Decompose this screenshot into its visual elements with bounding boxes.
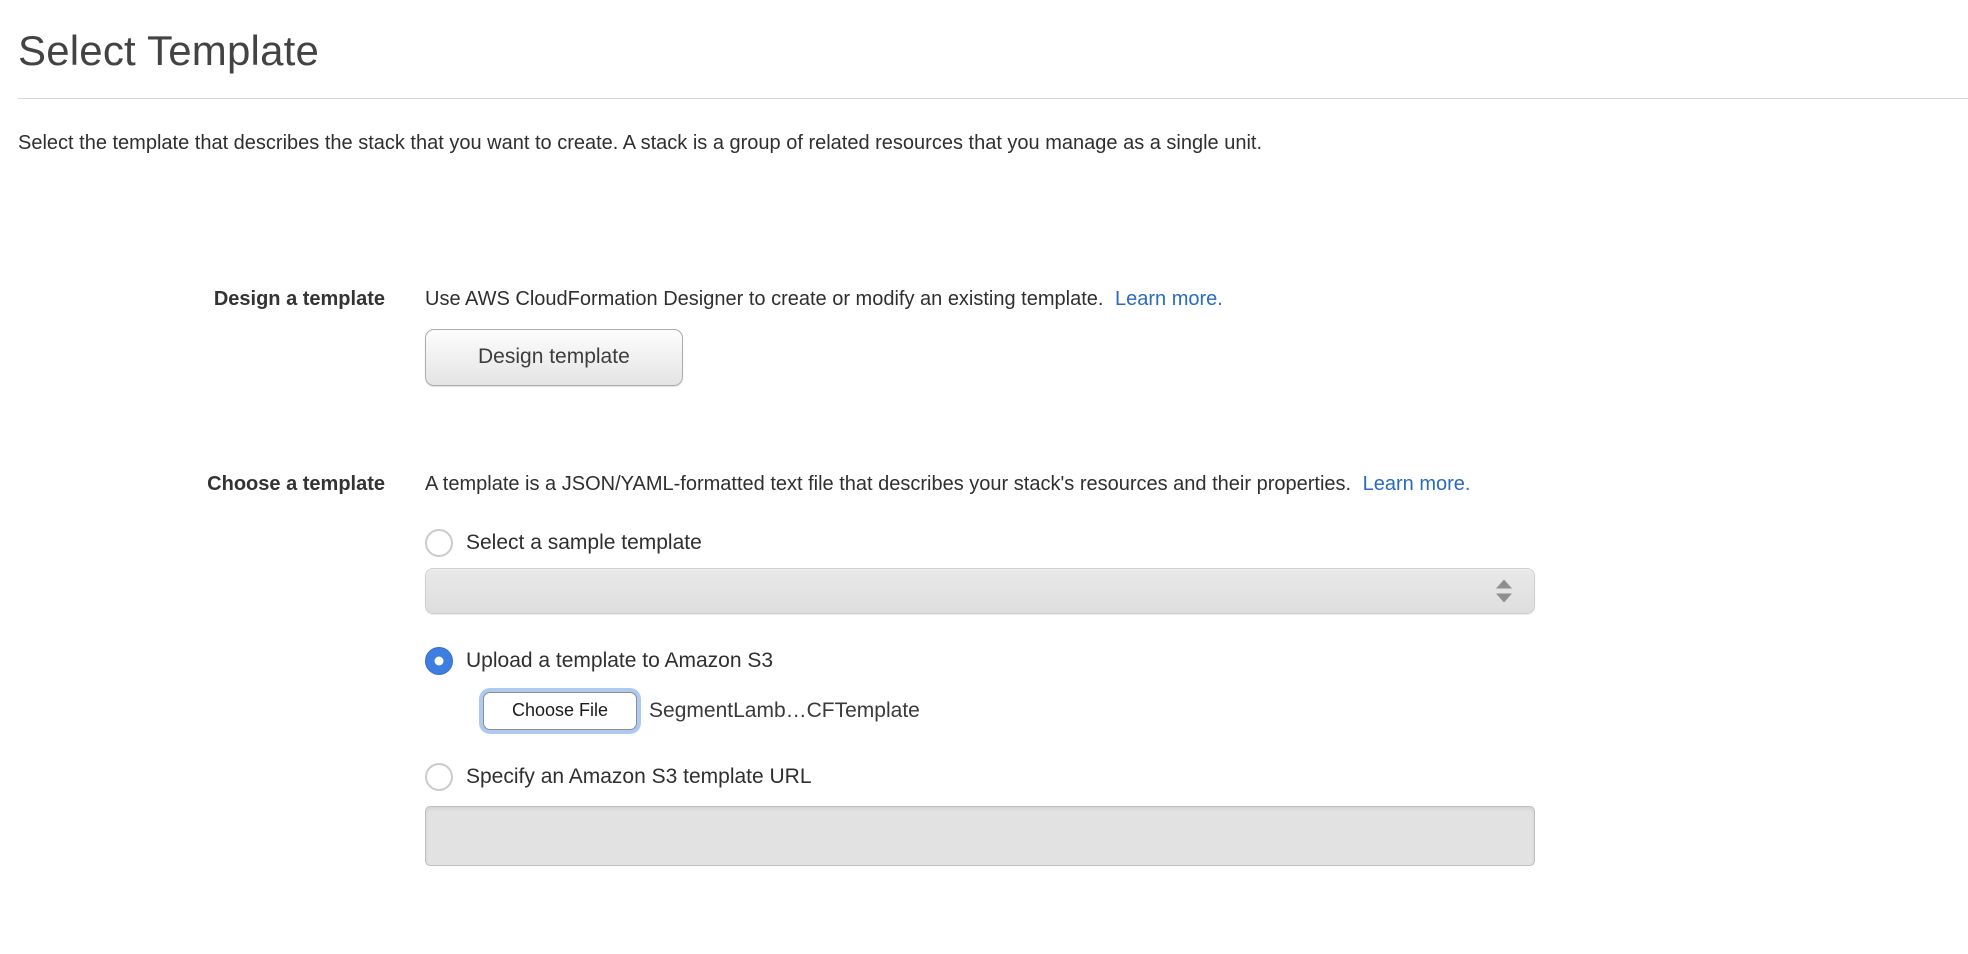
uploaded-file-name: SegmentLamb…CFTemplate	[649, 699, 920, 723]
choose-learn-more-link[interactable]: Learn more.	[1363, 473, 1471, 495]
sample-template-option: Select a sample template	[425, 528, 1968, 558]
upload-template-radio[interactable]	[425, 647, 453, 675]
select-template-form: Design a template Use AWS CloudFormation…	[0, 285, 1968, 866]
choose-file-button[interactable]: Choose File	[483, 692, 637, 730]
select-template-page: Select Template Select the template that…	[0, 26, 1968, 954]
design-template-content: Use AWS CloudFormation Designer to creat…	[425, 285, 1968, 386]
url-template-radio[interactable]	[425, 763, 453, 791]
choose-template-description: A template is a JSON/YAML-formatted text…	[425, 470, 1968, 498]
select-spinner-icon	[1496, 579, 1512, 602]
choose-template-description-text: A template is a JSON/YAML-formatted text…	[425, 473, 1351, 495]
upload-template-option: Upload a template to Amazon S3	[425, 646, 1968, 676]
design-template-label: Design a template	[0, 285, 385, 313]
title-divider	[18, 98, 1968, 99]
design-template-button[interactable]: Design template	[425, 329, 683, 386]
url-template-radio-label[interactable]: Specify an Amazon S3 template URL	[466, 762, 812, 792]
sample-template-radio-label[interactable]: Select a sample template	[466, 528, 702, 558]
sample-template-radio[interactable]	[425, 529, 453, 557]
choose-template-row: Choose a template A template is a JSON/Y…	[0, 470, 1968, 866]
design-learn-more-link[interactable]: Learn more.	[1115, 288, 1223, 310]
choose-template-content: A template is a JSON/YAML-formatted text…	[425, 470, 1968, 866]
url-template-option: Specify an Amazon S3 template URL	[425, 762, 1968, 792]
design-template-description: Use AWS CloudFormation Designer to creat…	[425, 285, 1968, 313]
choose-template-label: Choose a template	[0, 470, 385, 498]
page-title: Select Template	[18, 26, 1968, 76]
intro-text: Select the template that describes the s…	[18, 129, 1950, 157]
spinner-up-arrow-icon	[1496, 579, 1512, 588]
upload-template-radio-label[interactable]: Upload a template to Amazon S3	[466, 646, 773, 676]
s3-template-url-input[interactable]	[425, 806, 1535, 866]
file-upload-row: Choose File SegmentLamb…CFTemplate	[483, 692, 1968, 730]
design-template-description-text: Use AWS CloudFormation Designer to creat…	[425, 288, 1103, 310]
spinner-down-arrow-icon	[1496, 593, 1512, 602]
sample-template-select[interactable]	[425, 568, 1535, 614]
design-template-row: Design a template Use AWS CloudFormation…	[0, 285, 1968, 386]
